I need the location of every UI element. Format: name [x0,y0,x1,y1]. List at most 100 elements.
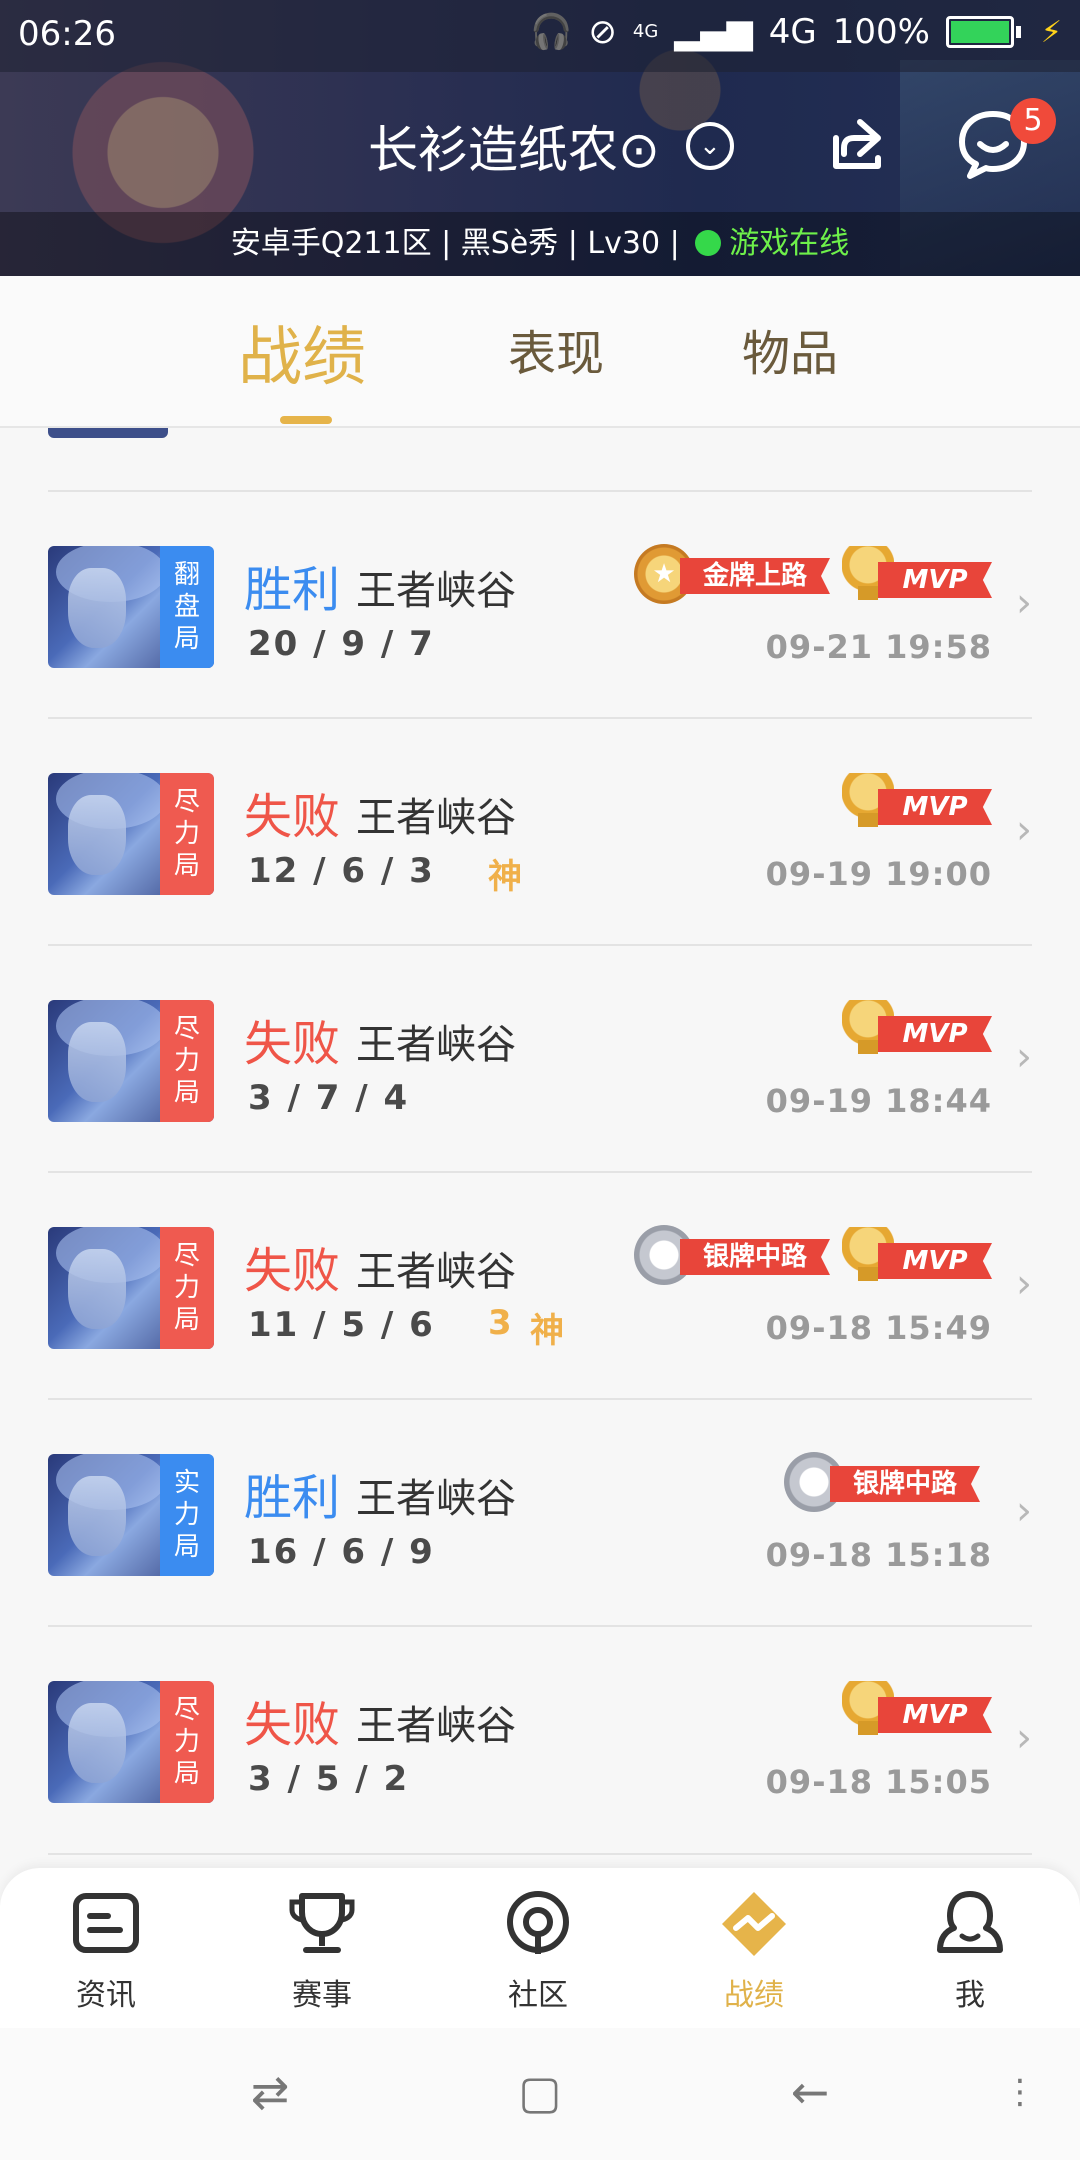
chevron-down-icon: ⌄ [685,122,734,170]
kda: 11 / 5 / 6 [248,1305,435,1345]
community-icon [507,1891,569,1954]
status-icons: 🎧 ⊘ 4G ▂▄▆ 4G 100% ⚡ [530,12,1062,52]
nav-me-label: 我 [955,1978,985,2013]
tab-records[interactable]: 战绩 [238,306,366,398]
back-icon[interactable]: ← [780,2062,840,2122]
match-result: 失败 [244,789,341,845]
match-tag-char: 尽 [173,1014,200,1044]
match-tag-char: 局 [173,1078,200,1108]
hero-avatar: 尽力局 [48,1000,214,1122]
match-type-tag: 尽力局 [160,773,214,895]
nav-community-label: 社区 [508,1978,568,2013]
previous-row-edge [48,428,168,438]
system-nav-bar: ⇄ ▢ ← ⋮ [0,2028,1080,2160]
player-info: 安卓手Q211区 | 黑Sè秀 | Lv30 | [230,226,680,261]
battery-icon [945,16,1021,48]
match-tag-char: 局 [173,1532,200,1562]
medal-label: 银牌中路 [830,1466,980,1502]
game-mode: 王者峡谷 [356,1476,516,1522]
match-date: 09-18 15:05 [765,1763,992,1801]
match-result: 失败 [244,1697,341,1753]
match-result: 胜利 [244,562,341,618]
achievement-mark: 神 [488,857,522,897]
match-list[interactable]: 翻盘局 胜利 王者峡谷 20 / 9 / 7 09-21 19:58 › MVP… [0,428,1080,1868]
mvp-badge: MVP [842,546,992,604]
achievement-mark: 3 [488,1303,512,1343]
mvp-label: MVP [878,1243,992,1279]
player-info-line: 安卓手Q211区 | 黑Sè秀 | Lv30 | 游戏在线 [0,212,1080,276]
tab-performance[interactable]: 表现 [508,314,604,384]
match-tag-char: 尽 [173,1695,200,1725]
match-type-tag: 翻盘局 [160,546,214,668]
match-date: 09-19 19:00 [765,855,992,893]
match-tag-char: 力 [173,1046,200,1076]
match-row[interactable]: 尽力局 失败 王者峡谷 3 / 5 / 2 09-18 15:05 › MVP [48,1625,1032,1855]
profile-header: 06:26 🎧 ⊘ 4G ▂▄▆ 4G 100% ⚡ 长衫造纸农⊙ ⌄ 5 安卓… [0,0,1080,276]
bottom-nav: 资讯 赛事 社区 战绩 我 [0,1868,1080,2028]
chevron-right-icon: › [1016,1261,1032,1307]
nav-events-label: 赛事 [292,1978,352,2013]
share-icon[interactable] [820,108,894,182]
match-tag-char: 翻 [173,560,200,590]
match-type-tag: 尽力局 [160,1681,214,1803]
online-status-icon [695,229,722,256]
match-type-tag: 尽力局 [160,1000,214,1122]
profile-icon [937,1891,1003,1953]
unread-badge: 5 [1010,98,1056,144]
news-icon [73,1893,139,1953]
hero-avatar: 尽力局 [48,1227,214,1349]
match-row[interactable]: 尽力局 失败 王者峡谷 11 / 5 / 6 09-18 15:49 › 3 神 M… [48,1171,1032,1399]
tab-items[interactable]: 物品 [742,314,838,384]
account-switcher[interactable]: 长衫造纸农⊙ ⌄ [368,110,734,182]
switch-apps-icon[interactable]: ⇄ [240,2062,300,2122]
achievement-mark: 神 [530,1311,564,1351]
match-tag-char: 力 [173,1500,200,1530]
position-medal-badge: ★ 银牌中路 [634,1225,834,1287]
mvp-badge: MVP [842,1227,992,1285]
match-tag-char: 实 [173,1468,200,1498]
chevron-right-icon: › [1016,1715,1032,1761]
nav-records-label: 战绩 [724,1978,784,2013]
menu-icon[interactable]: ⋮ [1000,2062,1040,2122]
nav-community[interactable]: 社区 [478,1888,598,2014]
game-mode: 王者峡谷 [356,1249,516,1295]
position-medal-badge: ★ 银牌中路 [784,1452,984,1514]
home-icon[interactable]: ▢ [510,2062,570,2122]
match-row[interactable]: 尽力局 失败 王者峡谷 3 / 7 / 4 09-19 18:44 › MVP [48,944,1032,1172]
nav-news[interactable]: 资讯 [46,1888,166,2014]
player-name: 长衫造纸农⊙ [368,121,660,179]
match-tag-char: 局 [173,851,200,881]
record-tabs: 战绩 表现 物品 [0,276,1080,428]
chevron-right-icon: › [1016,580,1032,626]
match-row[interactable]: 翻盘局 胜利 王者峡谷 20 / 9 / 7 09-21 19:58 › MVP… [48,490,1032,718]
nav-records[interactable]: 战绩 [694,1888,814,2014]
hero-avatar: 尽力局 [48,1681,214,1803]
mvp-badge: MVP [842,773,992,831]
charging-icon: ⚡ [1040,14,1062,50]
match-result: 失败 [244,1243,341,1299]
headphones-icon: 🎧 [530,12,573,52]
status-bar: 06:26 🎧 ⊘ 4G ▂▄▆ 4G 100% ⚡ [0,0,1080,72]
chevron-right-icon: › [1016,1034,1032,1080]
match-row[interactable]: 尽力局 失败 王者峡谷 12 / 6 / 3 09-19 19:00 › 神 MV… [48,717,1032,945]
chevron-right-icon: › [1016,807,1032,853]
kda: 3 / 5 / 2 [248,1759,410,1799]
match-type-tag: 实力局 [160,1454,214,1576]
match-tag-char: 局 [173,1305,200,1335]
network-label: 4G [768,12,817,52]
chevron-right-icon: › [1016,1488,1032,1534]
nav-events[interactable]: 赛事 [262,1888,382,2014]
battery-percent: 100% [832,12,930,52]
match-result: 胜利 [244,1470,341,1526]
match-row[interactable]: 实力局 胜利 王者峡谷 16 / 6 / 9 09-18 15:18 › ★ 银… [48,1398,1032,1626]
hero-avatar: 翻盘局 [48,546,214,668]
signal-icon: ▂▄▆ [674,12,753,52]
game-mode: 王者峡谷 [356,795,516,841]
match-tag-char: 力 [173,1727,200,1757]
nav-me[interactable]: 我 [910,1888,1030,2014]
status-time: 06:26 [18,14,116,54]
match-tag-char: 局 [173,1759,200,1789]
match-date: 09-19 18:44 [765,1082,992,1120]
kda: 16 / 6 / 9 [248,1532,435,1572]
online-status: 游戏在线 [729,226,850,261]
